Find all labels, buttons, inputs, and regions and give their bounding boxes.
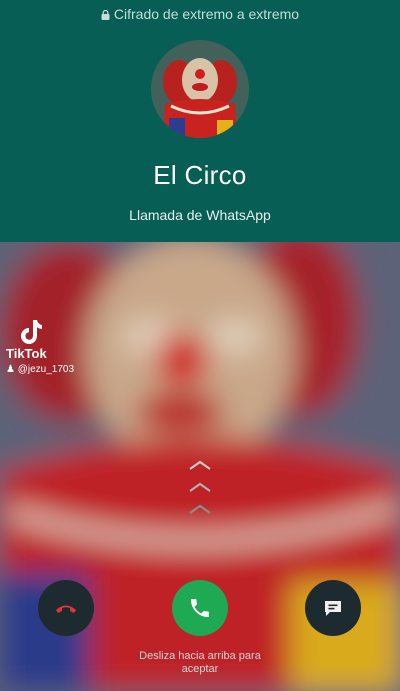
tiktok-username: ♟ @jezu_1703 (6, 364, 74, 375)
reply-message-button[interactable] (305, 580, 361, 636)
chevron-up-icon (189, 460, 211, 470)
lock-icon (101, 10, 110, 20)
contact-name: El Circo (153, 160, 247, 190)
tiktok-name: TikTok (6, 346, 47, 361)
decline-button[interactable] (38, 580, 94, 636)
encryption-notice: Cifrado de extremo a extremo (0, 6, 400, 22)
phone-icon (191, 599, 209, 617)
call-type-label: Llamada de WhatsApp (129, 207, 271, 223)
chevron-up-icon (189, 504, 211, 514)
encryption-text: Cifrado de extremo a extremo (113, 6, 300, 22)
chevron-up-icon (189, 482, 211, 492)
phone-hangup-icon (56, 605, 76, 613)
message-icon (325, 601, 341, 616)
contact-avatar (151, 40, 249, 138)
tiktok-watermark: TikTok ♟ @jezu_1703 (6, 318, 74, 375)
tiktok-username-text: @jezu_1703 (17, 364, 75, 375)
user-icon: ♟ (6, 364, 15, 375)
tiktok-logo-icon (21, 320, 42, 344)
accept-call-button[interactable] (172, 580, 228, 636)
call-header: Cifrado de extremo a extremo El Circo Ll… (0, 0, 400, 242)
swipe-hint: Desliza hacia arriba para aceptar (139, 650, 261, 675)
